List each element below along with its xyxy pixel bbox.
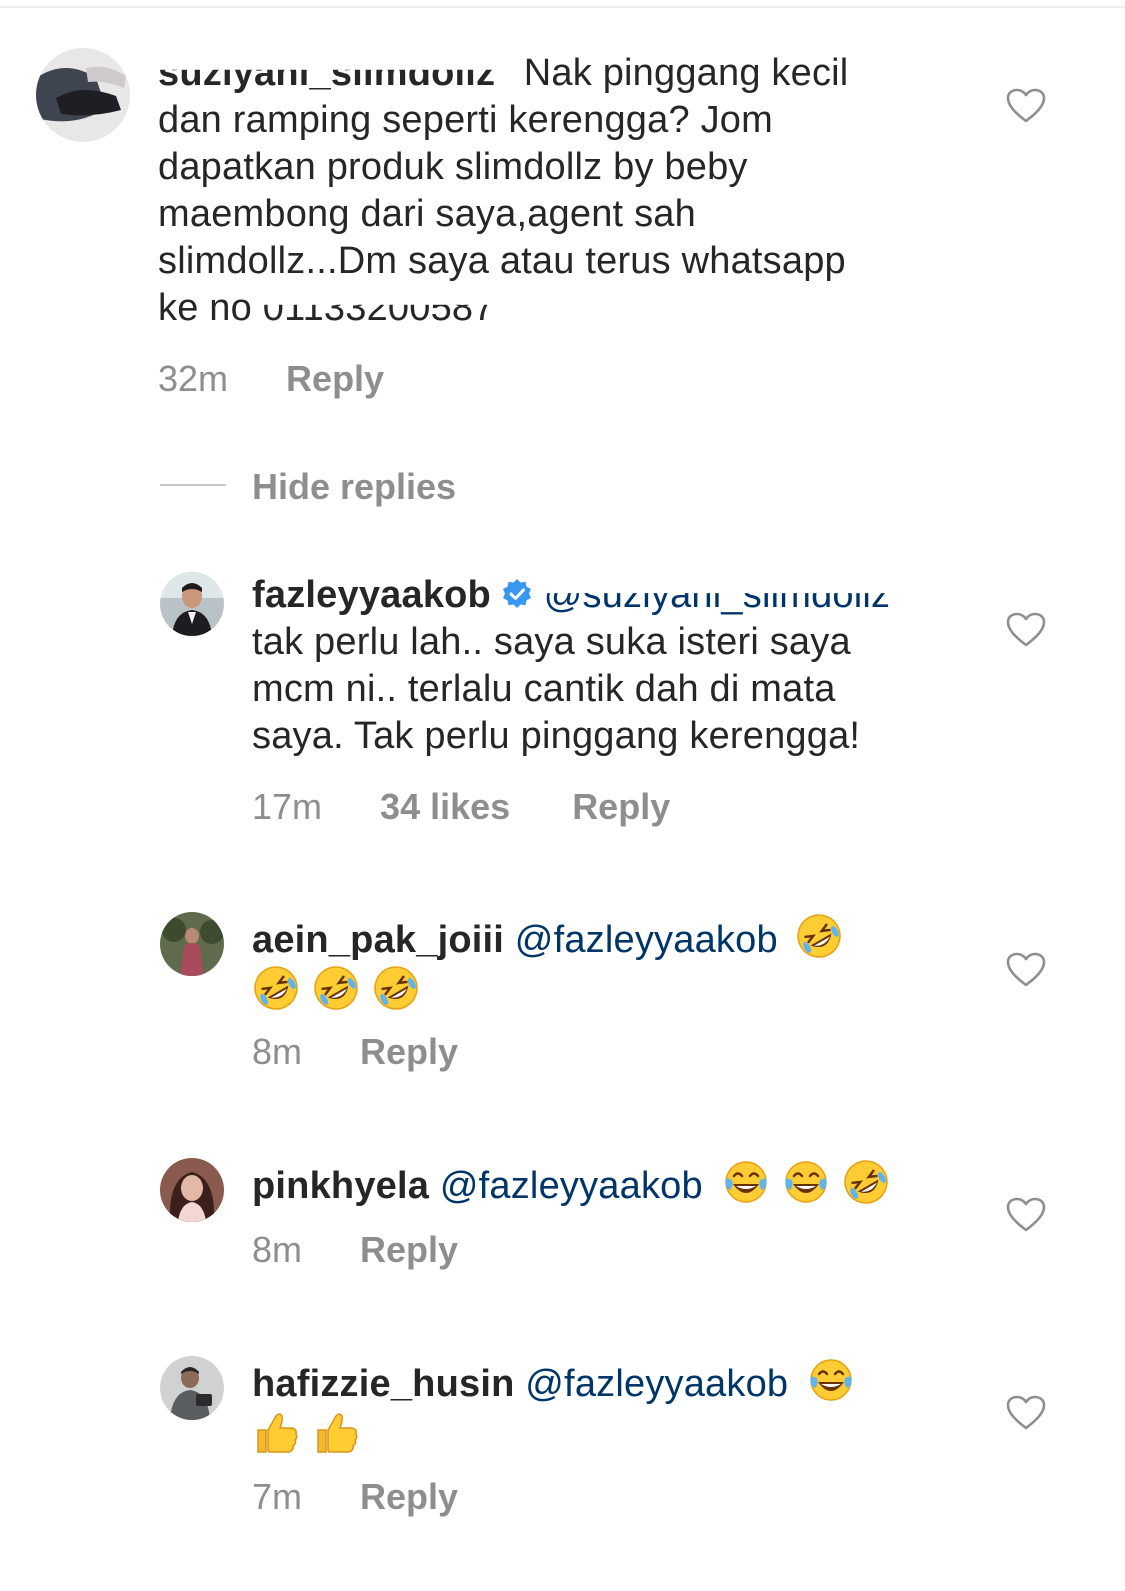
avatar[interactable]	[160, 1356, 224, 1420]
hide-replies-label[interactable]: Hide replies	[252, 466, 456, 508]
reply-button[interactable]: Reply	[360, 1476, 458, 1517]
face-with-tears-of-joy-emoji	[722, 1158, 770, 1206]
mention-link[interactable]: @fazleyyaakob	[525, 1363, 788, 1405]
thumbs-up-emoji	[312, 1408, 360, 1456]
reply-username[interactable]: hafizzie_husin	[252, 1363, 515, 1405]
reply-text-line: saya. Tak perlu pinggang kerengga!	[252, 715, 861, 757]
avatar[interactable]	[160, 912, 224, 976]
reply-text-line: tak perlu lah.. saya suka isteri saya	[252, 621, 851, 663]
avatar[interactable]	[160, 1158, 224, 1222]
face-with-tears-of-joy-emoji	[807, 1356, 855, 1404]
rolling-on-floor-laughing-emoji	[372, 964, 420, 1012]
reply-timestamp: 7m	[252, 1476, 303, 1517]
comment-body: suziyani_slimdollz Nak pinggang kecil da…	[158, 50, 958, 332]
reply-meta: 17m 34 likes Reply	[252, 786, 670, 828]
phone-number-obscured: 01133200587	[262, 287, 495, 329]
reply-username[interactable]: aein_pak_joiii	[252, 919, 504, 961]
avatar[interactable]	[160, 572, 224, 636]
comment-text-line: ke no	[158, 287, 252, 329]
likes-count[interactable]: 34 likes	[380, 786, 510, 827]
heart-icon[interactable]	[1006, 88, 1046, 124]
rolling-on-floor-laughing-emoji	[252, 964, 300, 1012]
reply-button[interactable]: Reply	[286, 358, 384, 399]
verified-badge-icon	[501, 578, 533, 610]
comment-text-line: Nak pinggang kecil	[523, 52, 849, 94]
reply-timestamp: 17m	[252, 786, 323, 827]
rolling-on-floor-laughing-emoji	[795, 912, 843, 960]
reply-button[interactable]: Reply	[360, 1031, 458, 1072]
reply-body: fazleyyaakob @suziyani_slimdollz tak per…	[252, 572, 972, 760]
hide-replies-line	[160, 484, 226, 486]
face-with-tears-of-joy-emoji	[782, 1158, 830, 1206]
reply-timestamp: 8m	[252, 1031, 303, 1072]
reply-username[interactable]: pinkhyela	[252, 1165, 429, 1207]
mention-link[interactable]: @fazleyyaakob	[515, 919, 778, 961]
reply-body: aein_pak_joiii @fazleyyaakob	[252, 912, 972, 1016]
reply-body: hafizzie_husin @fazleyyaakob	[252, 1356, 972, 1460]
heart-icon[interactable]	[1006, 1395, 1046, 1431]
comment-text-line: slimdollz...Dm saya atau terus whatsapp	[158, 240, 846, 282]
rolling-on-floor-laughing-emoji	[842, 1158, 890, 1206]
heart-icon[interactable]	[1006, 612, 1046, 648]
top-divider	[0, 6, 1125, 8]
reply-meta: 8m Reply	[252, 1031, 458, 1073]
reply-body: pinkhyela @fazleyyaakob	[252, 1158, 972, 1210]
mention-obscured[interactable]: @suziyani_slimdollz	[544, 593, 922, 619]
comment-text-line: dapatkan produk slimdollz by beby	[158, 146, 748, 188]
rolling-on-floor-laughing-emoji	[312, 964, 360, 1012]
reply-timestamp: 8m	[252, 1229, 303, 1270]
reply-button[interactable]: Reply	[360, 1229, 458, 1270]
comment-username-obscured[interactable]: suziyani_slimdollz	[158, 70, 513, 97]
reply-meta: 7m Reply	[252, 1476, 458, 1518]
heart-icon[interactable]	[1006, 1197, 1046, 1233]
heart-icon[interactable]	[1006, 952, 1046, 988]
thumbs-up-emoji	[252, 1408, 300, 1456]
reply-button[interactable]: Reply	[572, 786, 670, 827]
avatar[interactable]	[36, 48, 130, 142]
comment-text-line: dan ramping seperti kerengga? Jom	[158, 99, 773, 141]
comment-meta: 32m Reply	[158, 358, 384, 400]
mention-link[interactable]: @fazleyyaakob	[440, 1165, 703, 1207]
reply-username[interactable]: fazleyyaakob	[252, 574, 491, 616]
comment-text-line: maembong dari saya,agent sah	[158, 193, 696, 235]
reply-meta: 8m Reply	[252, 1229, 458, 1271]
comment-timestamp: 32m	[158, 358, 229, 399]
reply-text-line: mcm ni.. terlalu cantik dah di mata	[252, 668, 836, 710]
